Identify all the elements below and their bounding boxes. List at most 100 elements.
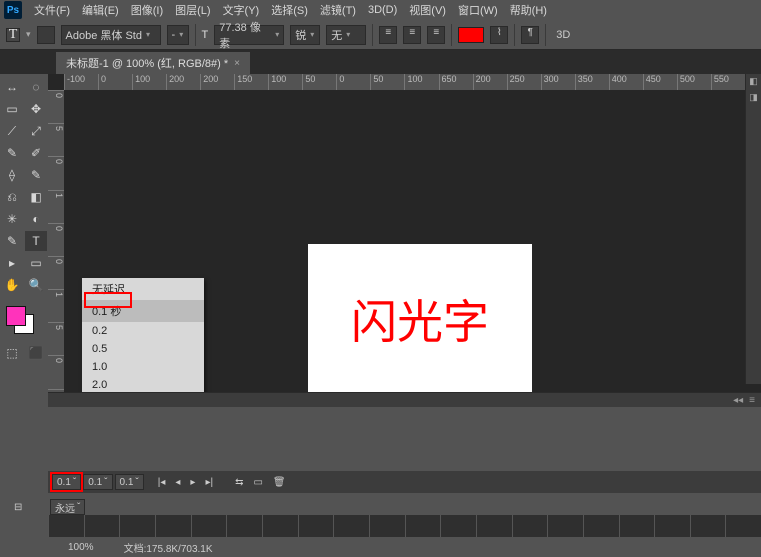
font-family-dropdown[interactable]: Adobe 黑体 Std ▾ [61, 25, 161, 45]
status-bar: 100% 文档:175.8K/703.1K [48, 537, 761, 557]
menu-help[interactable]: 帮助(H) [504, 0, 553, 20]
foreground-color[interactable] [6, 306, 26, 326]
language-dropdown[interactable]: 无 ▾ [326, 25, 366, 45]
document-tab-row: 未标题-1 @ 100% (红, RGB/8#) * × [0, 50, 761, 74]
menu-image[interactable]: 图像(I) [125, 0, 169, 20]
hand-tool[interactable]: ✋ [1, 275, 23, 295]
font-size-value: 77.38 像素 [219, 19, 271, 51]
orientation-toggle[interactable] [37, 26, 55, 44]
menu-edit[interactable]: 编辑(E) [76, 0, 125, 20]
gradient-tool[interactable]: ◧ [25, 187, 47, 207]
panel-dock[interactable]: ◧ ◨ [745, 74, 761, 384]
quick-mask-button[interactable]: ⬚ [1, 343, 23, 363]
frame-delay-1[interactable]: 0.1ˇ [52, 474, 81, 490]
shape-tool[interactable]: ▭ [25, 253, 47, 273]
timeline-header: ◂◂ ≡ [48, 393, 761, 407]
menu-3d[interactable]: 3D(D) [362, 2, 403, 18]
type-tool[interactable]: T [25, 231, 47, 251]
timeline-frames-area[interactable] [48, 407, 761, 471]
dodge-tool[interactable]: ◐ [25, 209, 47, 229]
align-left-button[interactable]: ≡ [379, 26, 397, 44]
clone-stamp-tool[interactable]: ⟠ [1, 165, 23, 185]
ruler-horizontal: -1000100200200 15010050050 1006502002503… [64, 74, 745, 90]
app-logo: Ps [4, 1, 22, 19]
first-frame-button[interactable]: |◂ [154, 477, 170, 488]
font-size-dropdown[interactable]: 77.38 像素 ▾ [214, 25, 284, 45]
document-tab[interactable]: 未标题-1 @ 100% (红, RGB/8#) * × [56, 52, 250, 74]
menu-filter[interactable]: 滤镜(T) [314, 0, 362, 20]
size-icon: T [202, 29, 209, 41]
tool-preset-chevron-icon[interactable]: ▾ [26, 29, 31, 40]
panel-menu-icon[interactable]: ≡ [749, 395, 755, 406]
font-style-dropdown[interactable]: - ▾ [167, 25, 189, 45]
move-tool[interactable]: ↔ [1, 77, 23, 97]
align-right-button[interactable]: ≡ [427, 26, 445, 44]
delete-frame-button[interactable]: 🗑 [269, 477, 290, 488]
duplicate-frame-button[interactable]: ▭ [249, 477, 266, 488]
tool-type-icon: T [6, 28, 20, 42]
canvas[interactable]: 闪光字 [308, 244, 532, 394]
eraser-tool[interactable]: ⎌ [1, 187, 23, 207]
delay-option-0-2[interactable]: 0.2 [82, 322, 204, 340]
lasso-tool[interactable]: ▭ [1, 99, 23, 119]
chevron-down-icon: ▾ [310, 30, 314, 39]
menu-bar: Ps 文件(F) 编辑(E) 图像(I) 图层(L) 文字(Y) 选择(S) 滤… [0, 0, 761, 20]
chevron-down-icon: ▾ [275, 30, 279, 39]
character-panel-button[interactable]: ¶ [521, 26, 539, 44]
warp-text-button[interactable]: ⌇ [490, 26, 508, 44]
frame-delay-3[interactable]: 0.1ˇ [115, 474, 144, 490]
frame-delay-2[interactable]: 0.1ˇ [83, 474, 112, 490]
timeline-ruler [48, 515, 761, 537]
font-style-value: - [172, 29, 176, 41]
text-color-swatch[interactable] [458, 27, 484, 43]
align-center-button[interactable]: ≡ [403, 26, 421, 44]
menu-layer[interactable]: 图层(L) [169, 0, 216, 20]
chevron-down-icon: ▾ [146, 30, 150, 39]
document-tab-title: 未标题-1 @ 100% (红, RGB/8#) * [66, 55, 228, 71]
pen-tool[interactable]: ✎ [1, 231, 23, 251]
menu-file[interactable]: 文件(F) [28, 0, 76, 20]
path-select-tool[interactable]: ▸ [1, 253, 23, 273]
loop-dropdown[interactable]: 永远ˇ [50, 499, 85, 515]
antialias-value: 锐 [295, 27, 306, 43]
menu-view[interactable]: 视图(V) [403, 0, 452, 20]
convert-timeline-button[interactable]: ⊟ [10, 499, 26, 515]
screen-mode-button[interactable]: ⬛ [25, 343, 47, 363]
prev-frame-button[interactable]: ◂ [171, 477, 184, 488]
options-bar: T ▾ Adobe 黑体 Std ▾ - ▾ T 77.38 像素 ▾ 锐 ▾ … [0, 20, 761, 50]
panel-icon-1[interactable]: ◧ [747, 76, 761, 90]
document-info: 文档:175.8K/703.1K [124, 540, 213, 555]
tween-button[interactable]: ⇆ [231, 477, 247, 488]
canvas-text: 闪光字 [351, 286, 489, 352]
play-button[interactable]: ▸ [186, 477, 199, 488]
quick-select-tool[interactable]: ✥ [25, 99, 47, 119]
zoom-tool[interactable]: 🔍 [25, 275, 47, 295]
menu-type[interactable]: 文字(Y) [217, 0, 266, 20]
timeline-controls: 0.1ˇ 0.1ˇ 0.1ˇ |◂ ◂ ▸ ▸| ⇆ ▭ 🗑 ⊟ 永远ˇ [48, 471, 761, 493]
panel-icon-2[interactable]: ◨ [747, 92, 761, 106]
crop-tool[interactable]: ⟋ [1, 121, 23, 141]
next-frame-button[interactable]: ▸| [201, 477, 217, 488]
menu-select[interactable]: 选择(S) [265, 0, 314, 20]
timeline-panel: ◂◂ ≡ 0.1ˇ 0.1ˇ 0.1ˇ |◂ ◂ ▸ ▸| ⇆ ▭ 🗑 ⊟ 永远… [48, 392, 761, 530]
eyedropper-tool[interactable]: ⤢ [25, 121, 47, 141]
close-icon[interactable]: × [234, 58, 240, 69]
chevron-down-icon: ▾ [179, 30, 183, 39]
delay-option-0-1[interactable]: 0.1 秒 [82, 300, 204, 322]
menu-window[interactable]: 窗口(W) [452, 0, 504, 20]
collapse-icon[interactable]: ◂◂ [733, 395, 743, 406]
antialias-dropdown[interactable]: 锐 ▾ [290, 25, 320, 45]
blur-tool[interactable]: ✳ [1, 209, 23, 229]
spot-heal-tool[interactable]: ✎ [1, 143, 23, 163]
delay-option-0-5[interactable]: 0.5 [82, 340, 204, 358]
chevron-down-icon: ▾ [346, 30, 350, 39]
marquee-tool[interactable]: ◌ [25, 77, 47, 97]
3d-button[interactable]: 3D [552, 29, 574, 41]
brush-tool[interactable]: ✐ [25, 143, 47, 163]
delay-option-none[interactable]: 无延迟 [82, 278, 204, 300]
zoom-level[interactable]: 100% [68, 542, 94, 553]
delay-option-1-0[interactable]: 1.0 [82, 358, 204, 376]
color-picker[interactable] [6, 306, 40, 336]
toolbox: ↔ ◌ ▭ ✥ ⟋ ⤢ ✎ ✐ ⟠ ✎ ⎌ ◧ ✳ ◐ ✎ T ▸ ▭ ✋ 🔍 … [0, 74, 48, 488]
history-brush-tool[interactable]: ✎ [25, 165, 47, 185]
